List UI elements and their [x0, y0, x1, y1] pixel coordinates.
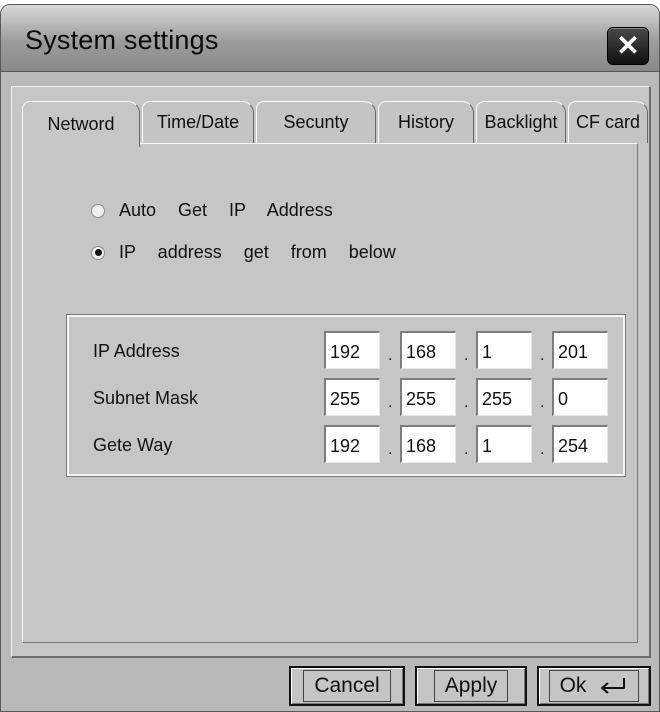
subnet-mask-row: Subnet Mask 255 . 255 . 255 . 0	[69, 378, 623, 418]
system-settings-window: System settings ✕ Netword Time/Date Secu…	[0, 4, 660, 712]
close-button[interactable]: ✕	[607, 27, 649, 65]
octet-separator: .	[388, 394, 393, 411]
octet-separator: .	[388, 347, 393, 364]
apply-button[interactable]: Apply	[415, 666, 527, 706]
gateway-label: Gete Way	[93, 435, 173, 455]
tab-backlight[interactable]: Backlight	[476, 101, 566, 143]
ip-settings-group: IP Address 192 . 168 . 1 . 201 Subnet Ma…	[66, 314, 626, 477]
ip-address-octet-3[interactable]: 1	[476, 331, 532, 369]
subnet-mask-label: Subnet Mask	[93, 388, 199, 408]
manual-ip-option[interactable]: IP address get from below	[91, 242, 396, 263]
auto-ip-option[interactable]: Auto Get IP Address	[91, 200, 333, 221]
ip-address-octet-4[interactable]: 201	[552, 331, 608, 369]
apply-label: Apply	[433, 670, 509, 702]
network-tab-content: Auto Get IP Address IP address get from …	[22, 143, 638, 643]
radio-button-checked[interactable]	[91, 245, 105, 260]
tab-label: Secunty	[283, 112, 349, 132]
close-icon: ✕	[616, 30, 640, 61]
tab-label: Netword	[47, 114, 115, 134]
gateway-octet-1[interactable]: 192	[324, 425, 380, 463]
subnet-mask-octet-4[interactable]: 0	[552, 378, 608, 416]
tab-label: History	[397, 112, 454, 132]
ok-label: Ok	[559, 674, 587, 697]
octet-separator: .	[540, 394, 545, 411]
tab-bar: Netword Time/Date Secunty History Backli…	[22, 101, 648, 147]
ip-address-octet-2[interactable]: 168	[400, 331, 456, 369]
tab-label: Backlight	[484, 112, 558, 132]
gateway-octet-3[interactable]: 1	[476, 425, 532, 463]
gateway-octet-2[interactable]: 168	[400, 425, 456, 463]
octet-separator: .	[464, 441, 469, 458]
tab-cf-card[interactable]: CF card	[568, 101, 648, 143]
enter-icon	[601, 678, 626, 694]
dialog-footer: Cancel Apply Ok	[1, 661, 659, 711]
subnet-mask-octet-1[interactable]: 255	[324, 378, 380, 416]
ip-address-row: IP Address 192 . 168 . 1 . 201	[69, 331, 623, 371]
window-title: System settings	[25, 25, 219, 55]
octet-separator: .	[540, 347, 545, 364]
title-bar: System settings ✕	[1, 5, 659, 72]
cancel-label: Cancel	[303, 670, 391, 702]
ok-button[interactable]: Ok	[537, 666, 651, 706]
octet-separator: .	[540, 441, 545, 458]
octet-separator: .	[388, 441, 393, 458]
manual-ip-label: IP address get from below	[119, 242, 396, 262]
subnet-mask-octet-2[interactable]: 255	[400, 378, 456, 416]
tab-history[interactable]: History	[378, 101, 474, 143]
settings-panel: Netword Time/Date Secunty History Backli…	[11, 86, 651, 658]
tab-time-date[interactable]: Time/Date	[142, 101, 254, 143]
ip-address-label: IP Address	[93, 341, 180, 361]
gateway-octet-4[interactable]: 254	[552, 425, 608, 463]
radio-button-unchecked[interactable]	[91, 203, 105, 218]
tab-netword[interactable]: Netword	[22, 101, 140, 147]
tab-label: CF card	[575, 112, 640, 132]
ip-address-octet-1[interactable]: 192	[324, 331, 380, 369]
auto-ip-label: Auto Get IP Address	[119, 200, 333, 220]
tab-label: Time/Date	[156, 112, 240, 132]
octet-separator: .	[464, 347, 469, 364]
cancel-button[interactable]: Cancel	[289, 666, 405, 706]
gateway-row: Gete Way 192 . 168 . 1 . 254	[69, 425, 623, 465]
ok-button-inner: Ok	[548, 670, 640, 702]
subnet-mask-octet-3[interactable]: 255	[476, 378, 532, 416]
octet-separator: .	[464, 394, 469, 411]
tab-secunty[interactable]: Secunty	[256, 101, 376, 143]
